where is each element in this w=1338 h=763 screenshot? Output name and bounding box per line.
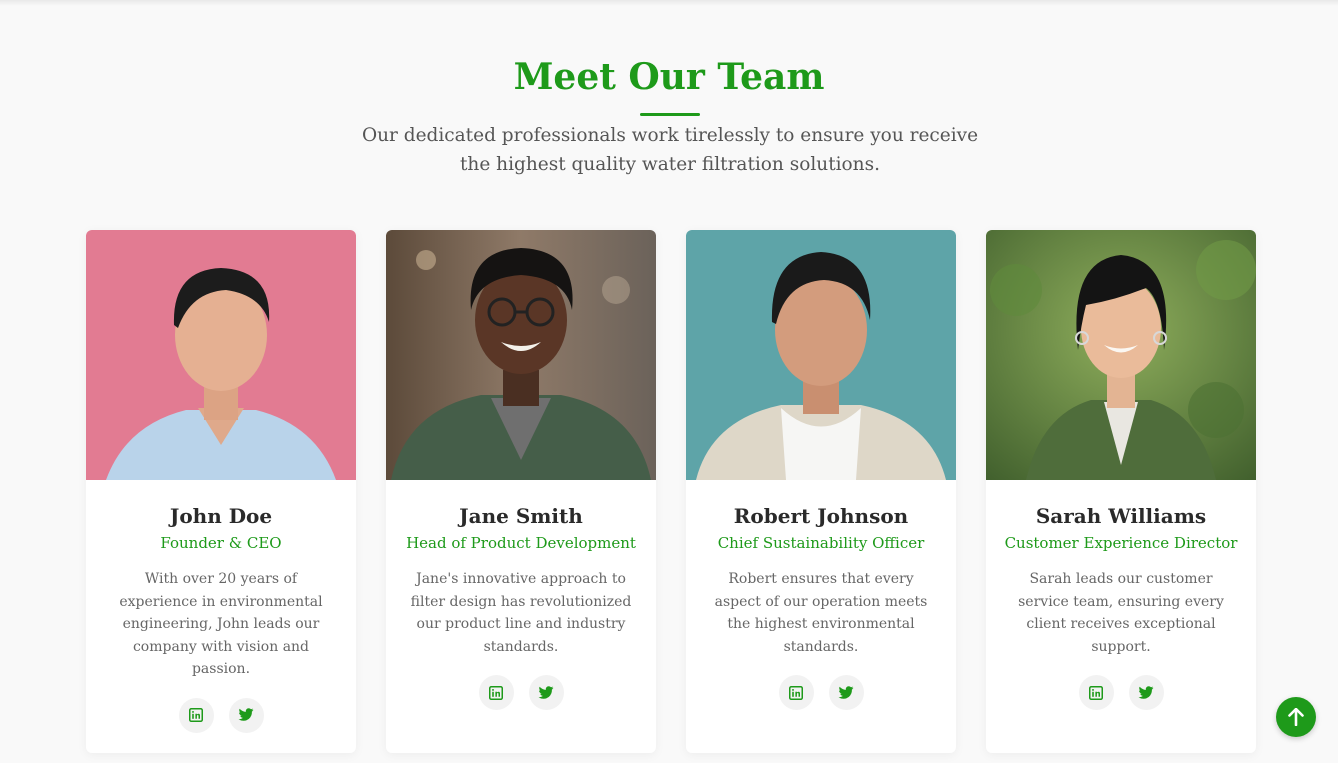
team-member-bio: Robert ensures that every aspect of our … <box>714 571 928 655</box>
linkedin-icon <box>189 708 203 722</box>
social-links <box>986 675 1256 710</box>
team-member-bio: Jane's innovative approach to filter des… <box>410 571 632 655</box>
twitter-icon <box>838 685 854 699</box>
team-member-bio: With over 20 years of experience in envi… <box>119 571 323 677</box>
twitter-icon <box>238 708 254 721</box>
linkedin-icon <box>789 685 803 700</box>
linkedin-button[interactable] <box>778 675 814 710</box>
section-title: Meet Our Team <box>513 56 825 98</box>
linkedin-button[interactable] <box>178 697 214 733</box>
header-shadow <box>0 0 1338 6</box>
arrow-up-icon <box>1288 708 1304 726</box>
team-photo <box>686 230 956 480</box>
team-member-name: Robert Johnson <box>733 504 909 528</box>
team-photo <box>386 230 656 480</box>
linkedin-icon <box>1089 685 1103 700</box>
team-member-role: Chief Sustainability Officer <box>717 534 925 552</box>
twitter-button[interactable] <box>228 697 264 733</box>
team-photo <box>86 230 356 480</box>
section-subtitle: Our dedicated professionals work tireles… <box>361 125 979 175</box>
team-member-name: Jane Smith <box>459 504 583 528</box>
team-card: John Doe Founder & CEO With over 20 year… <box>86 230 356 753</box>
social-links <box>386 675 656 710</box>
twitter-button[interactable] <box>828 675 864 710</box>
twitter-button[interactable] <box>528 675 564 710</box>
title-underline <box>640 113 700 116</box>
team-photo <box>986 230 1256 480</box>
linkedin-button[interactable] <box>478 675 514 710</box>
team-grid: John Doe Founder & CEO With over 20 year… <box>86 230 1256 753</box>
team-member-name: John Doe <box>169 504 273 528</box>
team-card: Jane Smith Head of Product Development J… <box>386 230 656 753</box>
team-member-role: Head of Product Development <box>406 534 636 552</box>
linkedin-icon <box>489 685 503 700</box>
team-member-name: Sarah Williams <box>1035 504 1207 528</box>
twitter-icon <box>1138 685 1154 699</box>
team-card: Sarah Williams Customer Experience Direc… <box>986 230 1256 753</box>
team-member-role: Customer Experience Director <box>1004 534 1238 552</box>
team-card: Robert Johnson Chief Sustainability Offi… <box>686 230 956 753</box>
social-links <box>86 697 356 733</box>
back-to-top-button[interactable] <box>1276 697 1316 737</box>
twitter-icon <box>538 685 554 699</box>
team-member-bio: Sarah leads our customer service team, e… <box>1018 571 1224 655</box>
team-member-role: Founder & CEO <box>160 534 282 552</box>
linkedin-button[interactable] <box>1078 675 1114 710</box>
social-links <box>686 675 956 710</box>
twitter-button[interactable] <box>1128 675 1164 710</box>
